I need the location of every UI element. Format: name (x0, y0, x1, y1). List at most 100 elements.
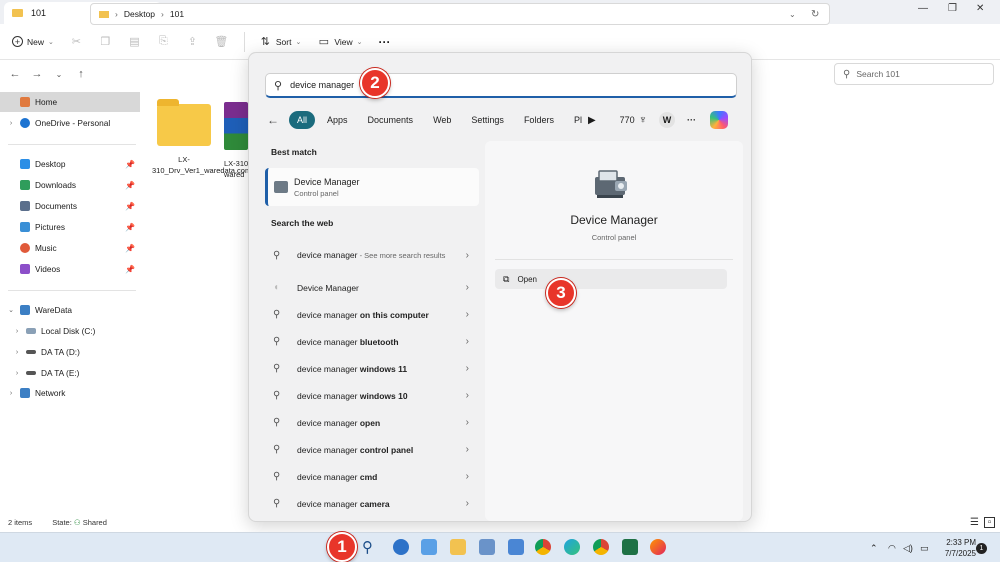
tray-chevron-up-icon[interactable]: ⌃ (870, 543, 878, 554)
expand-chevron-icon[interactable]: › (12, 370, 22, 377)
avatar[interactable]: W (658, 112, 675, 128)
nav-home[interactable]: Home (0, 92, 140, 112)
nav-downloads[interactable]: Downloads 📌 (0, 175, 140, 195)
battery-icon[interactable]: ▭ (920, 543, 929, 554)
nav-data-e[interactable]: › DA TA (E:) (0, 363, 140, 383)
nav-home-label: Home (35, 97, 58, 107)
play-more-icon[interactable]: ▶ (588, 115, 596, 126)
nav-desktop[interactable]: Desktop 📌 (0, 154, 140, 174)
breadcrumb-101[interactable]: 101 (170, 9, 184, 19)
copilot-icon[interactable] (709, 111, 728, 129)
expand-chevron-icon[interactable]: › (12, 349, 22, 356)
pin-icon[interactable]: 📌 (125, 244, 135, 253)
web-result[interactable]: ⚲ device manager on this computer › (265, 301, 479, 328)
nav-pictures[interactable]: Pictures 📌 (0, 217, 140, 237)
new-button[interactable]: + New ⌄ (12, 36, 54, 47)
folder-icon (12, 9, 23, 17)
nav-local-c[interactable]: › Local Disk (C:) (0, 321, 140, 341)
chip-all[interactable]: All (289, 111, 316, 129)
clock[interactable]: 2:33 PM 7/7/2025 (938, 537, 976, 559)
share-icon[interactable]: ⇪ (186, 35, 199, 48)
pin-icon[interactable]: 📌 (125, 223, 135, 232)
back-arrow-icon[interactable]: ← (267, 113, 279, 127)
nav-data-d[interactable]: › DA TA (D:) (0, 342, 140, 362)
maximize-button[interactable]: ❐ (948, 3, 957, 14)
notification-badge[interactable]: 1 (976, 543, 987, 554)
chip-documents[interactable]: Documents (360, 111, 422, 129)
web-result[interactable]: ⚲ device manager open › (265, 409, 479, 436)
start-search-input[interactable]: ⚲ device manager (265, 73, 737, 98)
excel-icon[interactable] (622, 539, 638, 555)
paste-icon[interactable]: ▤ (128, 35, 141, 48)
nav-waredata[interactable]: ⌄ WareData (0, 300, 140, 320)
nav-network[interactable]: › Network (0, 383, 140, 403)
back-arrow-icon[interactable]: ← (4, 68, 26, 80)
chevron-right-icon: › (465, 249, 469, 261)
expanded-chevron-icon[interactable]: ⌄ (6, 306, 16, 314)
chip-folders[interactable]: Folders (516, 111, 562, 129)
forward-arrow-icon[interactable]: → (26, 68, 48, 80)
close-window-button[interactable]: ✕ (976, 3, 984, 14)
chrome-icon[interactable] (593, 539, 609, 555)
breadcrumb-desktop[interactable]: Desktop (124, 9, 155, 19)
widgets-icon[interactable] (421, 539, 437, 555)
web-result[interactable]: ⚲ device manager cmd › (265, 463, 479, 490)
rewards-points: 770 (619, 115, 635, 125)
pin-icon[interactable]: 📌 (125, 160, 135, 169)
minimize-button[interactable]: — (918, 3, 928, 14)
expand-chevron-icon[interactable]: › (6, 120, 16, 127)
rename-icon[interactable]: ⎘ (157, 35, 170, 48)
nav-videos[interactable]: Videos 📌 (0, 259, 140, 279)
up-arrow-icon[interactable]: ↑ (70, 68, 92, 80)
chip-photos[interactable]: Pl (566, 111, 584, 129)
chevron-right-icon: › (465, 282, 469, 293)
firefox-icon[interactable] (650, 539, 666, 555)
pin-icon[interactable]: 📌 (125, 202, 135, 211)
file-item-folder[interactable]: LX-310_Drv_Ver1_waredata.com (152, 99, 251, 176)
app-icon[interactable] (479, 539, 495, 555)
web-result[interactable]: ⚲ device manager control panel › (265, 436, 479, 463)
delete-icon[interactable]: 🗑 (214, 35, 228, 48)
web-result[interactable]: ⚲ device manager - See more search resul… (265, 238, 479, 272)
nav-documents[interactable]: Documents 📌 (0, 196, 140, 216)
web-result[interactable]: ⚲ device manager windows 10 › (265, 382, 479, 409)
volume-icon[interactable]: ◁) (903, 543, 913, 554)
web-result[interactable]: ◖ Device Manager › (265, 274, 479, 301)
open-button[interactable]: ⧉ Open (495, 269, 727, 289)
more-options-button[interactable]: ··· (379, 35, 391, 49)
web-result[interactable]: ⚲ device manager camera › (265, 490, 479, 517)
cut-icon[interactable]: ✂ (70, 35, 83, 48)
pin-icon[interactable]: 📌 (125, 181, 135, 190)
view-button[interactable]: ▭ View ⌄ (317, 35, 363, 48)
chip-settings[interactable]: Settings (463, 111, 512, 129)
copy-icon[interactable]: ❐ (99, 35, 112, 48)
search-taskbar-icon[interactable]: ⚲ (362, 538, 373, 556)
wifi-icon[interactable]: ◠ (888, 543, 896, 554)
notepad-icon[interactable] (508, 539, 524, 555)
expand-chevron-icon[interactable]: › (12, 328, 22, 335)
expand-chevron-icon[interactable]: › (6, 390, 16, 397)
file-explorer-icon[interactable] (450, 539, 466, 555)
rewards-icon[interactable]: ♆ (639, 114, 647, 126)
edge-icon[interactable] (564, 539, 580, 555)
pin-icon[interactable]: 📌 (125, 265, 135, 274)
chip-apps[interactable]: Apps (319, 111, 356, 129)
address-dropdown-icon[interactable]: ⌄ (789, 10, 796, 19)
best-match-result[interactable]: Device Manager Control panel (265, 168, 479, 206)
recent-chevron-icon[interactable]: ⌄ (48, 70, 70, 79)
nav-music[interactable]: Music 📌 (0, 238, 140, 258)
web-result[interactable]: ⚲ device manager windows 11 › (265, 355, 479, 382)
web-result[interactable]: ⚲ device manager bluetooth › (265, 328, 479, 355)
sort-button[interactable]: ⇅ Sort ⌄ (259, 35, 302, 48)
nav-onedrive[interactable]: › OneDrive - Personal (0, 113, 140, 133)
tiles-view-icon[interactable]: ▫ (984, 516, 995, 528)
chrome-icon[interactable] (535, 539, 551, 555)
chip-web[interactable]: Web (425, 111, 459, 129)
folder-search-input[interactable]: ⚲ Search 101 (834, 63, 994, 85)
nav-divider (8, 144, 136, 145)
more-options-icon[interactable]: ··· (687, 115, 696, 125)
details-view-icon[interactable]: ☰ (970, 517, 979, 528)
refresh-icon[interactable]: ↻ (811, 9, 819, 20)
task-view-icon[interactable] (393, 539, 409, 555)
address-field[interactable]: › Desktop › 101 ⌄ ↻ (90, 3, 830, 25)
